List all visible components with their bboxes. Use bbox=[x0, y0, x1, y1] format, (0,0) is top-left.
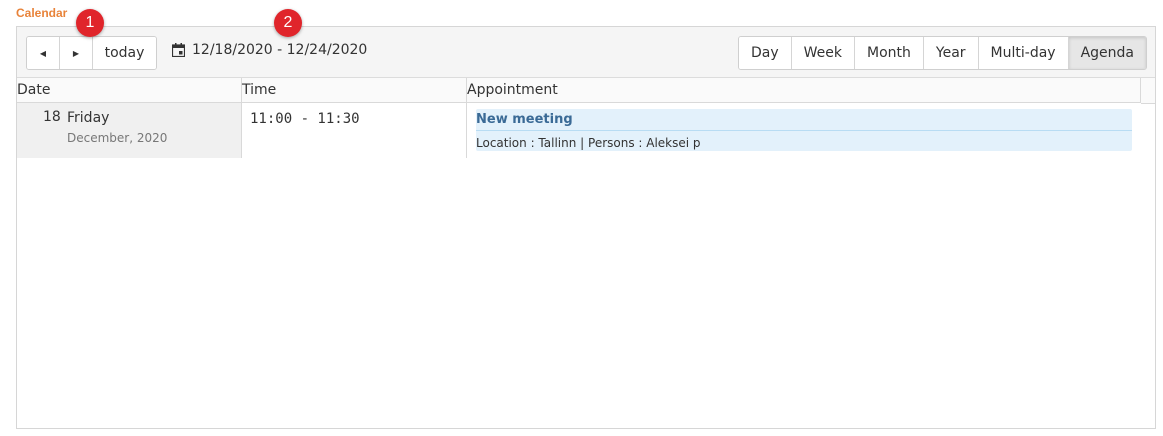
appointment-event[interactable]: New meeting Location : Tallinn | Persons… bbox=[476, 109, 1132, 151]
date-range-label: 12/18/2020 - 12/24/2020 bbox=[192, 42, 368, 58]
view-agenda-button[interactable]: Agenda bbox=[1068, 37, 1146, 69]
calendar-title: Calendar bbox=[16, 6, 68, 20]
view-week-button[interactable]: Week bbox=[791, 37, 856, 69]
view-month-button[interactable]: Month bbox=[855, 37, 924, 69]
time-column-header: Time bbox=[242, 78, 467, 102]
today-button[interactable]: today bbox=[93, 37, 156, 69]
calendar-panel: ◀ ▶ today 12/18/2020 - 12/24/2020 Day We… bbox=[16, 26, 1156, 429]
calendar-toolbar: ◀ ▶ today 12/18/2020 - 12/24/2020 Day We… bbox=[17, 27, 1155, 78]
caret-left-icon: ◀ bbox=[39, 48, 47, 58]
caret-right-icon: ▶ bbox=[72, 48, 80, 58]
calendar-icon bbox=[172, 43, 185, 57]
scrollbar-header-spacer bbox=[1141, 78, 1155, 104]
day-number: 18 bbox=[43, 109, 61, 125]
annotation-marker-1: 1 bbox=[76, 9, 104, 37]
agenda-row: 18 Friday December, 2020 11:00 - 11:30 N… bbox=[17, 103, 1141, 158]
view-year-button[interactable]: Year bbox=[923, 37, 979, 69]
navigation-button-group: ◀ ▶ today bbox=[26, 36, 157, 70]
agenda-date-cell: 18 Friday December, 2020 bbox=[17, 103, 242, 158]
next-button[interactable]: ▶ bbox=[60, 37, 93, 69]
previous-button[interactable]: ◀ bbox=[27, 37, 60, 69]
view-multi-day-button[interactable]: Multi-day bbox=[978, 37, 1069, 69]
annotation-marker-2: 2 bbox=[274, 9, 302, 37]
appointment-column-header: Appointment bbox=[467, 78, 1141, 102]
agenda-header-row: Date Time Appointment bbox=[17, 78, 1141, 103]
appointment-title: New meeting bbox=[476, 112, 573, 127]
view-button-group: Day Week Month Year Multi-day Agenda bbox=[738, 36, 1147, 70]
appointment-title-bar: New meeting bbox=[476, 109, 1132, 131]
date-range[interactable]: 12/18/2020 - 12/24/2020 bbox=[172, 42, 367, 58]
month-year: December, 2020 bbox=[67, 131, 168, 145]
appointment-details: Location : Tallinn | Persons : Aleksei p bbox=[476, 136, 701, 150]
agenda-time-cell: 11:00 - 11:30 bbox=[242, 103, 467, 158]
date-column-header: Date bbox=[17, 78, 242, 102]
view-day-button[interactable]: Day bbox=[739, 37, 792, 69]
day-name: Friday bbox=[67, 110, 110, 126]
event-time: 11:00 - 11:30 bbox=[250, 111, 360, 127]
